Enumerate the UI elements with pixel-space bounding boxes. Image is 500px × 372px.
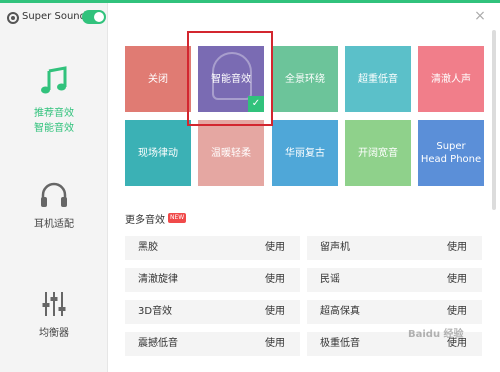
sidebar: Super Sound 推荐音效 智能音效 耳机适配 均衡器 <box>0 3 108 372</box>
preset-tile-vocal[interactable]: 清澈人声 <box>418 46 484 112</box>
new-badge: NEW <box>168 213 187 223</box>
preset-tile-live[interactable]: 现场律动 <box>125 120 191 186</box>
preset-tile-off[interactable]: 关闭 <box>125 46 191 112</box>
preset-label: 华丽复古 <box>285 147 325 159</box>
sidebar-item-label-headphones: 耳机适配 <box>34 219 74 230</box>
toggle-knob <box>94 12 104 22</box>
use-button[interactable]: 使用 <box>447 236 467 260</box>
close-icon[interactable]: × <box>472 8 488 24</box>
preset-label: 关闭 <box>148 73 168 85</box>
list-item: 3D音效 使用 <box>125 300 300 324</box>
use-button[interactable]: 使用 <box>265 236 285 260</box>
use-button[interactable]: 使用 <box>447 268 467 292</box>
sidebar-item-recommended[interactable]: 推荐音效 智能音效 <box>0 65 108 145</box>
preset-tile-retro[interactable]: 华丽复古 <box>272 120 338 186</box>
preset-label: 全景环绕 <box>285 73 325 85</box>
list-item: 民谣 使用 <box>307 268 482 292</box>
list-item: 超高保真 使用 <box>307 300 482 324</box>
preset-tile-surround[interactable]: 全景环绕 <box>272 46 338 112</box>
preset-label: 智能音效 <box>211 73 251 85</box>
sidebar-item-equalizer[interactable]: 均衡器 <box>0 288 108 344</box>
list-item: 震撼低音 使用 <box>125 332 300 356</box>
music-note-icon <box>41 66 67 94</box>
effect-name: 超高保真 <box>320 306 360 317</box>
more-effects-title: 更多音效 <box>125 215 165 226</box>
preset-label: 超重低音 <box>358 73 398 85</box>
preset-label: 现场律动 <box>138 147 178 159</box>
list-item: 留声机 使用 <box>307 236 482 260</box>
preset-label: 温暖轻柔 <box>211 147 251 159</box>
effect-name: 震撼低音 <box>138 338 178 349</box>
sidebar-item-label-equalizer: 均衡器 <box>39 328 69 339</box>
effect-name: 留声机 <box>320 242 350 253</box>
list-item: 黑胶 使用 <box>125 236 300 260</box>
sidebar-item-label-smart: 智能音效 <box>34 123 74 134</box>
headphones-icon <box>41 182 67 207</box>
use-button[interactable]: 使用 <box>265 268 285 292</box>
sidebar-item-label-recommended: 推荐音效 <box>34 108 74 119</box>
effect-name: 民谣 <box>320 274 340 285</box>
super-sound-logo-icon <box>7 12 19 24</box>
effect-name: 黑胶 <box>138 242 158 253</box>
use-button[interactable]: 使用 <box>265 300 285 324</box>
effect-name: 极重低音 <box>320 338 360 349</box>
super-sound-toggle[interactable] <box>82 10 106 24</box>
preset-label: 开阔宽音 <box>358 147 398 159</box>
effect-name: 清澈旋律 <box>138 274 178 285</box>
scrollbar[interactable] <box>492 30 496 210</box>
preset-label-line1: Super <box>436 141 466 152</box>
watermark: Baidu 经验 <box>408 329 464 340</box>
preset-label: 清澈人声 <box>431 73 471 85</box>
use-button[interactable]: 使用 <box>447 300 467 324</box>
effect-name: 3D音效 <box>138 306 173 317</box>
list-item: 清澈旋律 使用 <box>125 268 300 292</box>
check-icon: ✓ <box>248 96 264 112</box>
preset-label-line2: Head Phone <box>420 154 482 165</box>
preset-tile-bass[interactable]: 超重低音 <box>345 46 411 112</box>
preset-tile-super-headphone[interactable]: Super Head Phone <box>418 120 484 186</box>
use-button[interactable]: 使用 <box>265 332 285 356</box>
equalizer-icon <box>42 292 66 316</box>
sidebar-item-headphones[interactable]: 耳机适配 <box>0 179 108 235</box>
preset-tile-warm[interactable]: 温暖轻柔 <box>198 120 264 186</box>
app-title: Super Sound <box>22 11 86 22</box>
preset-tile-wide[interactable]: 开阔宽音 <box>345 120 411 186</box>
